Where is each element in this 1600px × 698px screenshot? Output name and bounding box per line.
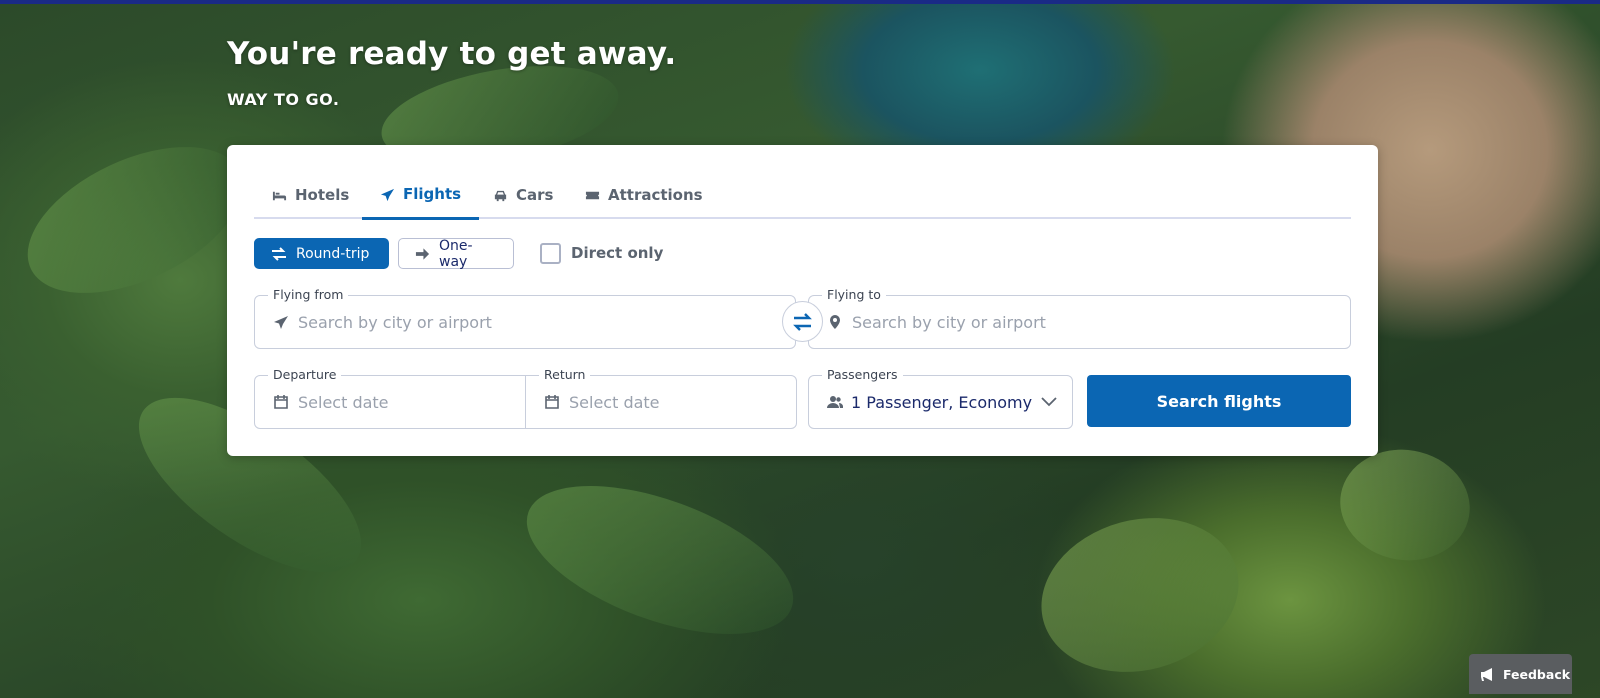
plane-icon [274,316,288,329]
direct-only-label: Direct only [571,244,664,262]
feedback-button[interactable]: Feedback [1469,654,1572,694]
flying-from-field[interactable]: Flying from Search by city or airport [254,287,796,349]
round-trip-label: Round-trip [296,245,370,262]
tab-cars[interactable]: Cars [475,171,571,219]
swap-locations-button[interactable] [782,301,823,342]
tab-hotels-label: Hotels [295,186,350,204]
search-card: Hotels Flights Cars Attractions Round-tr… [227,145,1378,456]
swap-arrows-icon [272,246,286,261]
megaphone-icon [1481,667,1492,681]
dates-field: Departure Select date Return Select date [254,367,797,429]
flying-to-input[interactable]: Search by city or airport [852,296,1338,348]
swap-arrows-icon [793,312,812,331]
one-way-button[interactable]: One-way [398,237,514,270]
map-pin-icon [830,315,840,329]
direct-only-toggle[interactable]: Direct only [540,239,663,267]
product-tabs: Hotels Flights Cars Attractions [254,171,1351,220]
tab-hotels[interactable]: Hotels [254,171,367,219]
return-date-field[interactable]: Return Select date [526,367,797,428]
tab-attractions-label: Attractions [608,186,703,204]
users-icon [827,396,843,408]
bed-icon [272,191,287,200]
ticket-icon [585,191,600,199]
tab-cars-label: Cars [516,186,554,204]
feedback-label: Feedback [1503,666,1571,682]
chevron-down-icon [1041,397,1057,407]
search-flights-button[interactable]: Search flights [1087,375,1351,427]
direct-only-checkbox[interactable] [540,242,561,264]
flying-to-field[interactable]: Flying to Search by city or airport [808,287,1351,349]
flying-from-input[interactable]: Search by city or airport [298,296,783,348]
departure-input[interactable]: Select date [298,376,513,428]
tab-flights[interactable]: Flights [362,171,480,220]
hero-headline: You're ready to get away. [227,36,677,72]
departure-date-field[interactable]: Departure Select date [255,367,525,428]
calendar-icon [274,395,288,409]
passengers-select[interactable]: Passengers 1 Passenger, Economy [808,367,1073,429]
hero-subhead: WAY TO GO. [227,90,340,109]
tab-attractions[interactable]: Attractions [567,171,721,219]
plane-icon [380,188,395,201]
return-input[interactable]: Select date [569,376,785,428]
tab-flights-label: Flights [403,185,462,203]
calendar-icon [545,395,559,409]
one-way-label: One-way [439,237,473,270]
arrow-right-icon [415,247,430,260]
round-trip-button[interactable]: Round-trip [254,238,389,269]
car-icon [494,190,507,201]
top-accent-bar [0,0,1600,4]
passengers-value: 1 Passenger, Economy [851,392,1033,412]
